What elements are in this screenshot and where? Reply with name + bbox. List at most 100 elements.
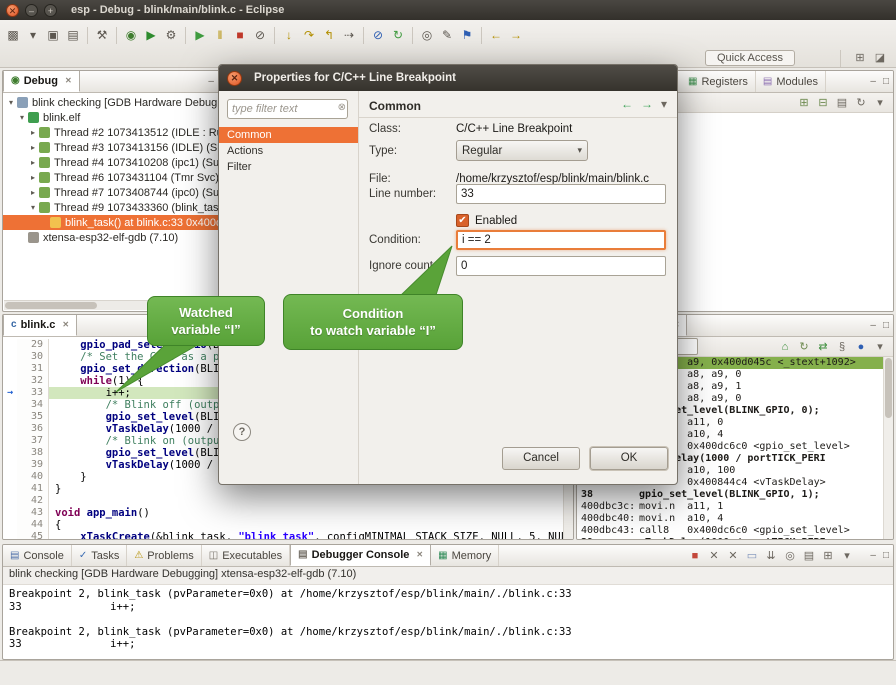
tab-debugger-console[interactable]: ▤Debugger Console✕	[290, 544, 431, 566]
back-button[interactable]: ←	[487, 26, 505, 44]
debug-tree-item[interactable]: ▸Thread #3 1073413156 (IDLE) (Susp	[3, 140, 231, 155]
maximize-button[interactable]: +	[44, 4, 57, 17]
expand-arrow-icon[interactable]: ▾	[17, 113, 27, 122]
minimize-icon[interactable]: ‒	[870, 76, 876, 88]
save-all-button[interactable]: ▤	[64, 26, 82, 44]
expand-all-button[interactable]: ⊞	[796, 95, 812, 111]
tab-memory[interactable]: ▦Memory	[431, 545, 499, 566]
step-over-button[interactable]: ↷	[300, 26, 318, 44]
terminate-button[interactable]: ■	[231, 26, 249, 44]
editor-line[interactable]: 44{	[3, 519, 573, 531]
clear-filter-icon[interactable]: ⊗	[338, 102, 346, 113]
expand-arrow-icon[interactable]: ▾	[28, 203, 38, 212]
quick-access-button[interactable]: Quick Access	[705, 50, 795, 66]
expand-arrow-icon[interactable]: ▸	[28, 128, 38, 137]
disassembly-row[interactable]: 400dbc43:call8 0x400dc6c0 <gpio_set_leve…	[577, 525, 884, 537]
debug-tree-item[interactable]: ▸Thread #7 1073408744 (ipc0) (Susp	[3, 185, 231, 200]
close-icon[interactable]: ✕	[416, 550, 423, 559]
debug-tree-item[interactable]: ▾blink.elf	[3, 110, 231, 125]
bookmark-button[interactable]: ⚑	[458, 26, 476, 44]
layout-button[interactable]: ▤	[834, 95, 850, 111]
tab-console[interactable]: ▤Console	[3, 545, 72, 566]
tab-blink-c[interactable]: c blink.c ✕	[3, 314, 77, 336]
step-return-button[interactable]: ↰	[320, 26, 338, 44]
display-selected-console-button[interactable]: ▤	[801, 548, 817, 564]
scrollbar-thumb[interactable]	[885, 358, 892, 418]
collapse-all-button[interactable]: ⊟	[815, 95, 831, 111]
step-into-button[interactable]: ↓	[280, 26, 298, 44]
forward-arrow-icon[interactable]: →	[641, 97, 653, 111]
tab-executables[interactable]: ◫Executables	[202, 545, 290, 566]
save-button[interactable]: ▣	[44, 26, 62, 44]
remove-all-launches-button[interactable]: ✕	[725, 548, 741, 564]
console-output[interactable]: Breakpoint 2, blink_task (pvParameter=0x…	[3, 585, 893, 654]
build-button[interactable]: ⚒	[93, 26, 111, 44]
tab-modules[interactable]: ▤Modules	[756, 71, 826, 92]
disassembly-row[interactable]: 39vTaskDelay(1000 / portTICK_PERI	[577, 537, 884, 539]
dialog-close-button[interactable]: ✕	[227, 71, 242, 86]
disassembly-vertical-scrollbar[interactable]	[883, 357, 893, 539]
scroll-lock-button[interactable]: ⇊	[763, 548, 779, 564]
tab-debug[interactable]: ◉ Debug ✕	[3, 70, 80, 92]
filter-input[interactable]	[227, 99, 348, 119]
debug-tree-item[interactable]: blink_task() at blink.c:33 0x400db	[3, 215, 231, 230]
refresh-button[interactable]: ↻	[796, 339, 812, 355]
expand-arrow-icon[interactable]: ▾	[6, 98, 16, 107]
show-source-button[interactable]: §	[834, 339, 850, 355]
close-icon[interactable]: ✕	[65, 76, 72, 85]
editor-line[interactable]: 45 xTaskCreate(&blink_task, "blink_task"…	[3, 531, 573, 539]
dialog-category-common[interactable]: Common	[219, 127, 358, 143]
line-number-input[interactable]	[456, 184, 666, 204]
expand-arrow-icon[interactable]: ▸	[28, 173, 38, 182]
search-button[interactable]: ◎	[418, 26, 436, 44]
resume-button[interactable]: ▶	[191, 26, 209, 44]
debug-perspective-button[interactable]: ◪	[872, 50, 888, 66]
terminate-console-button[interactable]: ■	[687, 548, 703, 564]
debug-tree-item[interactable]: xtensa-esp32-elf-gdb (7.10)	[3, 230, 231, 245]
sync-selection-button[interactable]: ⇄	[815, 339, 831, 355]
remove-launch-button[interactable]: ✕	[706, 548, 722, 564]
new-dropdown-icon[interactable]: ▾	[24, 26, 42, 44]
home-button[interactable]: ⌂	[777, 339, 793, 355]
maximize-icon[interactable]: □	[883, 550, 889, 562]
maximize-icon[interactable]: □	[883, 76, 889, 88]
editor-line[interactable]: 42	[3, 495, 573, 507]
maximize-icon[interactable]: □	[883, 320, 889, 332]
expand-arrow-icon[interactable]: ▸	[28, 158, 38, 167]
type-dropdown[interactable]: Regular ▾	[456, 140, 588, 161]
minimize-icon[interactable]: ‒	[870, 550, 876, 562]
debug-tree-item[interactable]: ▾blink checking [GDB Hardware Debug	[3, 95, 231, 110]
open-perspective-button[interactable]: ⊞	[852, 50, 868, 66]
editor-line[interactable]: 43void app_main()	[3, 507, 573, 519]
view-menu-icon[interactable]: ▾	[661, 97, 667, 111]
debug-tree-item[interactable]: ▸Thread #4 1073410208 (ipc1) (Susp	[3, 155, 231, 170]
minimize-icon[interactable]: ‒	[208, 76, 214, 88]
debug-button[interactable]: ◉	[122, 26, 140, 44]
cancel-button[interactable]: Cancel	[502, 447, 580, 470]
dialog-category-actions[interactable]: Actions	[219, 143, 358, 159]
run-button[interactable]: ▶	[142, 26, 160, 44]
instruction-stepping-button[interactable]: ⇢	[340, 26, 358, 44]
dialog-category-filter[interactable]: Filter	[219, 159, 358, 175]
forward-button[interactable]: →	[507, 26, 525, 44]
expand-arrow-icon[interactable]: ▸	[28, 143, 38, 152]
new-button[interactable]: ▩	[4, 26, 22, 44]
refresh-button[interactable]: ↻	[853, 95, 869, 111]
disassembly-row[interactable]: 400dbc40:movi.n a10, 4	[577, 513, 884, 525]
debug-tree-item[interactable]: ▾Thread #9 1073433360 (blink_task	[3, 200, 231, 215]
view-menu-button[interactable]: ▾	[839, 548, 855, 564]
annotations-button[interactable]: ✎	[438, 26, 456, 44]
debug-tree-item[interactable]: ▸Thread #6 1073431104 (Tmr Svc) (S	[3, 170, 231, 185]
view-menu-button[interactable]: ▾	[872, 95, 888, 111]
enabled-checkbox[interactable]: ✔	[456, 214, 469, 227]
restart-button[interactable]: ↻	[389, 26, 407, 44]
expand-arrow-icon[interactable]: ▸	[28, 188, 38, 197]
ok-button[interactable]: OK	[590, 447, 668, 470]
minimize-icon[interactable]: ‒	[870, 320, 876, 332]
help-button[interactable]: ?	[233, 423, 251, 441]
disconnect-button[interactable]: ⊘	[251, 26, 269, 44]
tab-tasks[interactable]: ✓Tasks	[72, 545, 128, 566]
back-arrow-icon[interactable]: ←	[621, 97, 633, 111]
suspend-button[interactable]: ‖	[211, 26, 229, 44]
skip-breakpoints-button[interactable]: ⊘	[369, 26, 387, 44]
